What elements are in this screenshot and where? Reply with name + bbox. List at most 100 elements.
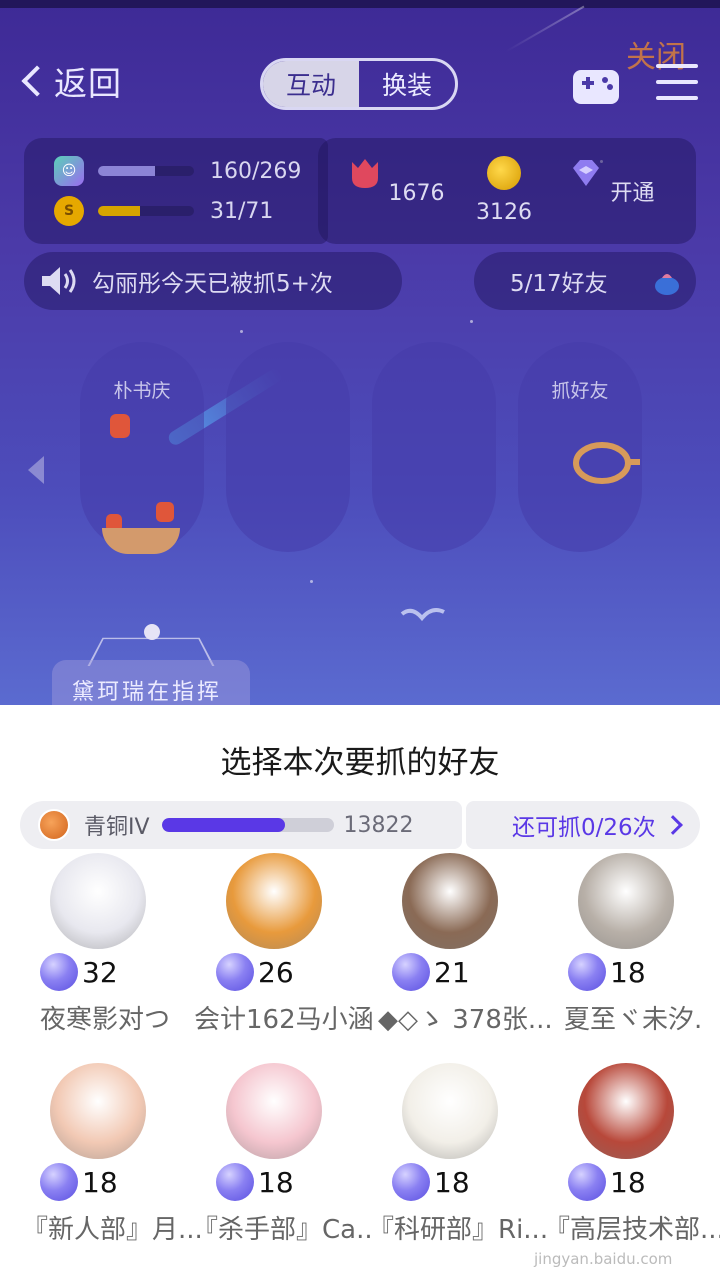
friend-name: ◆◇ゝ 378张... (378, 1005, 553, 1035)
friend-score: 18 (568, 953, 646, 991)
rank-name: 青铜IV (84, 815, 150, 840)
friend-score-value: 18 (610, 955, 646, 989)
previous-arrow-icon[interactable] (28, 456, 44, 484)
hanging-sign: 黛珂瑞在指挥 (52, 660, 250, 705)
tulip-icon (351, 159, 378, 188)
friend-card[interactable]: 18 『杀手部』Ca... (182, 1063, 370, 1263)
lantern-icon (110, 414, 130, 438)
smile-bag-icon: ☺ (54, 156, 84, 186)
bowl-icon (102, 528, 180, 554)
back-button[interactable]: 返回 (18, 56, 122, 106)
friend-name: 会计162马小涵 (194, 1005, 374, 1035)
friend-score-value: 21 (434, 955, 470, 989)
friend-score-value: 32 (82, 955, 118, 989)
friend-score-value: 18 (258, 1165, 294, 1199)
friend-avatar (402, 853, 498, 949)
friend-card[interactable]: 18 『高层技术部... (534, 1063, 720, 1263)
exp-value: 160/269 (210, 158, 302, 184)
gold-currency[interactable]: 3126 (454, 156, 554, 225)
rope-icon[interactable] (572, 440, 642, 486)
friend-score: 26 (216, 953, 294, 991)
gamepad-icon[interactable] (572, 64, 620, 106)
friend-score: 32 (40, 953, 118, 991)
vip-open-label: 开通 (610, 181, 655, 206)
shooting-star (505, 5, 585, 53)
currency-panel: 1676 3126 开通 (318, 138, 696, 244)
tab-dressup[interactable]: 换装 (359, 61, 455, 107)
bronze-rank-icon (38, 809, 70, 841)
pod-slot[interactable] (372, 342, 496, 552)
friend-card[interactable]: 21 ◆◇ゝ 378张... (358, 853, 553, 1053)
friend-avatar (578, 1063, 674, 1159)
bubble-icon (40, 953, 78, 991)
rank-progress-bar (161, 818, 334, 832)
exp-bar (98, 166, 194, 176)
bubble-icon (216, 1163, 254, 1201)
notice-text: 勾丽彤今天已被抓5+次 (92, 271, 333, 297)
friends-caught-button[interactable]: 5/17好友 (474, 252, 696, 310)
bubble-icon (568, 1163, 606, 1201)
gold-coin-icon (487, 156, 521, 190)
friend-score-value: 26 (258, 955, 294, 989)
bubble-icon (216, 953, 254, 991)
rank-score: 13822 (343, 812, 414, 838)
notice-bar[interactable]: 勾丽彤今天已被抓5+次 (24, 252, 402, 310)
friend-avatar (226, 1063, 322, 1159)
pot-icon (654, 274, 679, 295)
exp-bar-fill (98, 166, 156, 176)
friend-score-value: 18 (610, 1165, 646, 1199)
friends-caught-text: 5/17好友 (510, 271, 608, 297)
bird-icon (400, 608, 445, 622)
friend-avatar (578, 853, 674, 949)
friend-name: 『新人部』月... (22, 1215, 200, 1245)
star-decoration (310, 580, 313, 583)
status-strip (0, 0, 720, 8)
tab-interact[interactable]: 互动 (263, 61, 359, 107)
pod-slot[interactable] (80, 342, 204, 552)
pod-slot[interactable] (226, 342, 350, 552)
level-stats-panel: ☺ 160/269 S 31/71 (24, 138, 328, 244)
tulip-value: 1676 (388, 181, 445, 206)
rank-bar: 青铜IV 13822 (20, 801, 462, 849)
friend-name: 『杀手部』Ca... (192, 1215, 370, 1245)
friend-card[interactable]: 18 夏至ヾ未汐. (534, 853, 710, 1053)
remaining-catches-button[interactable]: 还可抓0/26次 (466, 801, 700, 849)
friend-card[interactable]: 26 会计162马小涵 (182, 853, 374, 1053)
friend-card[interactable]: 18 『科研部』Ri... (358, 1063, 546, 1263)
coin-level-bar (98, 206, 194, 216)
tulip-currency[interactable]: 1676 (346, 156, 446, 206)
speaker-icon (42, 267, 76, 295)
friend-score: 18 (40, 1163, 118, 1201)
bubble-icon (392, 1163, 430, 1201)
friend-score: 21 (392, 953, 470, 991)
pod-label: 朴书庆 (113, 380, 171, 402)
star-decoration (240, 330, 243, 333)
sheet-title: 选择本次要抓的好友 (220, 745, 500, 781)
star-decoration (470, 320, 473, 323)
menu-icon[interactable] (656, 64, 698, 104)
friend-name: 『科研部』Ri... (368, 1215, 546, 1245)
select-friend-sheet: 选择本次要抓的好友 青铜IV 13822 还可抓0/26次 32 夜寒影对つ 2… (0, 705, 720, 1280)
friend-name: 夏至ヾ未汐. (564, 1005, 703, 1035)
bubble-icon (392, 953, 430, 991)
diamond-icon (573, 160, 600, 186)
friend-card[interactable]: 32 夜寒影对つ (6, 853, 182, 1053)
back-label: 返回 (54, 64, 122, 103)
friend-avatar (402, 1063, 498, 1159)
gold-value: 3126 (476, 200, 532, 225)
rank-progress-fill (161, 818, 286, 832)
coin-level-bar-fill (98, 206, 140, 216)
mode-tabs: 互动 换装 (260, 58, 458, 110)
bubble-icon (40, 1163, 78, 1201)
vip-open-button[interactable]: 开通 (562, 156, 662, 207)
watermark: jingyan.baidu.com (534, 1250, 673, 1268)
friend-card[interactable]: 18 『新人部』月... (6, 1063, 200, 1263)
game-scene: 返回 互动 换装 关闭 ☺ 160/269 S 31/71 1676 3126 … (0, 0, 720, 705)
sign-text: 黛珂瑞在指挥 (72, 680, 223, 705)
remaining-catches-text: 还可抓0/26次 (512, 815, 656, 841)
coin-bag-icon: S (54, 196, 84, 226)
exp-row: ☺ 160/269 (54, 156, 301, 186)
lantern-icon (156, 502, 174, 522)
friend-avatar (50, 1063, 146, 1159)
friend-score: 18 (392, 1163, 470, 1201)
